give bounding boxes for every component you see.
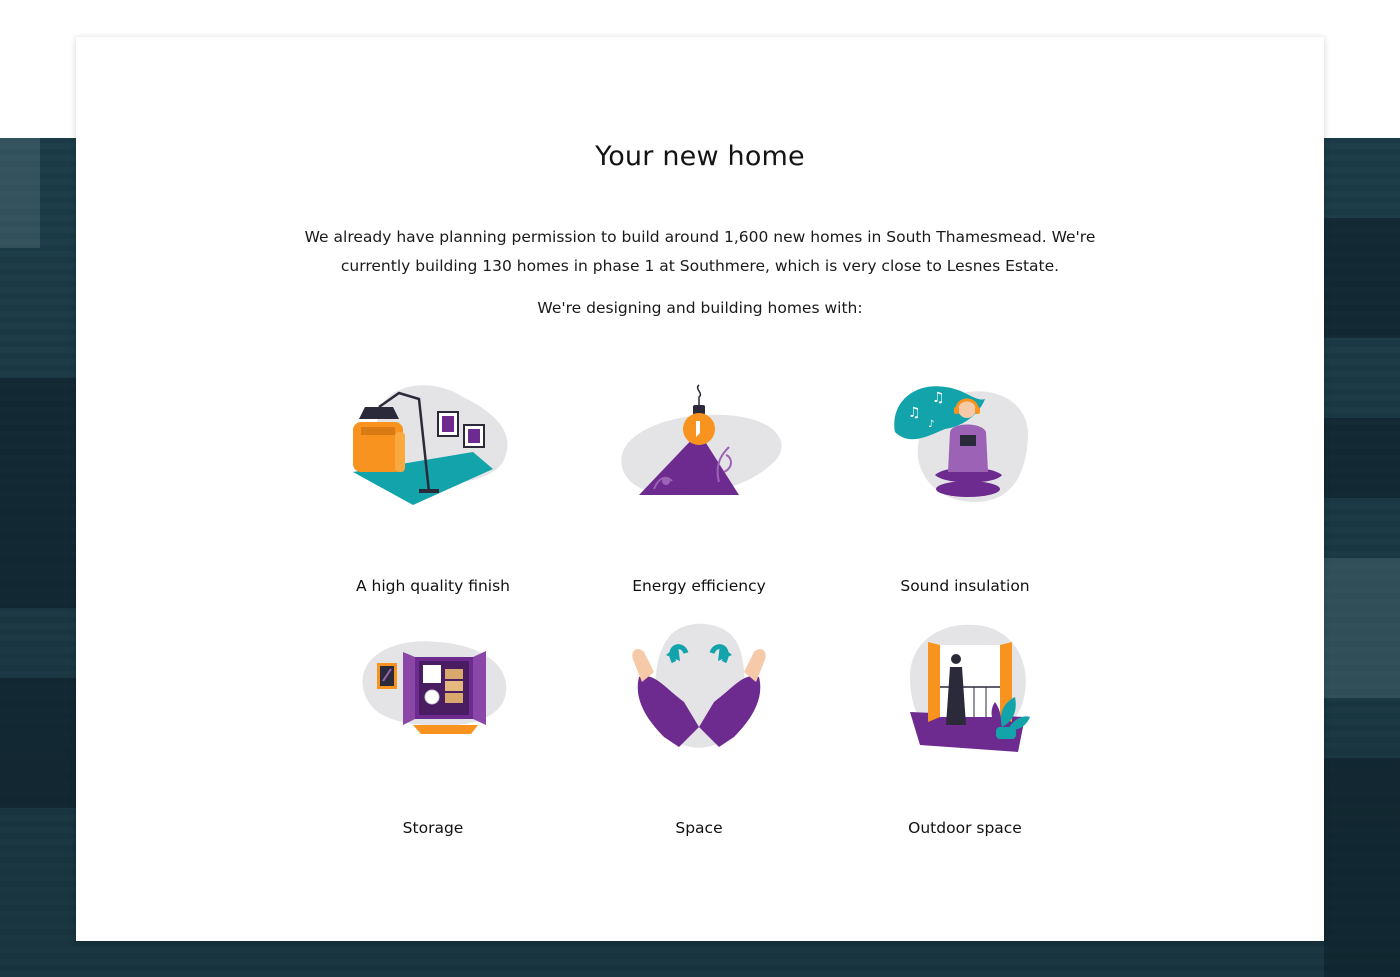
balcony-icon xyxy=(832,617,1098,757)
svg-text:♫: ♫ xyxy=(932,390,945,406)
hands-arrows-icon xyxy=(566,617,832,757)
meditation-headphones-icon: ♫ ♫ ♪ xyxy=(832,377,1098,517)
svg-text:♫: ♫ xyxy=(908,405,921,421)
features-subheading: We're designing and building homes with: xyxy=(537,299,863,317)
lightbulb-icon xyxy=(566,377,832,517)
feature-label-quality-finish: A high quality finish xyxy=(356,577,510,595)
feature-label-space: Space xyxy=(675,819,723,837)
cupboard-icon xyxy=(300,617,566,757)
feature-label-storage: Storage xyxy=(402,819,464,837)
feature-label-energy-efficiency: Energy efficiency xyxy=(632,577,766,595)
armchair-lamp-icon xyxy=(300,377,566,517)
feature-label-outdoor-space: Outdoor space xyxy=(908,819,1022,837)
feature-label-sound-insulation: Sound insulation xyxy=(900,577,1030,595)
svg-text:♪: ♪ xyxy=(928,419,934,430)
intro-paragraph: We already have planning permission to b… xyxy=(304,228,1096,275)
page-title: Your new home xyxy=(595,141,805,172)
content-card: Your new home We already have planning p… xyxy=(76,37,1324,941)
